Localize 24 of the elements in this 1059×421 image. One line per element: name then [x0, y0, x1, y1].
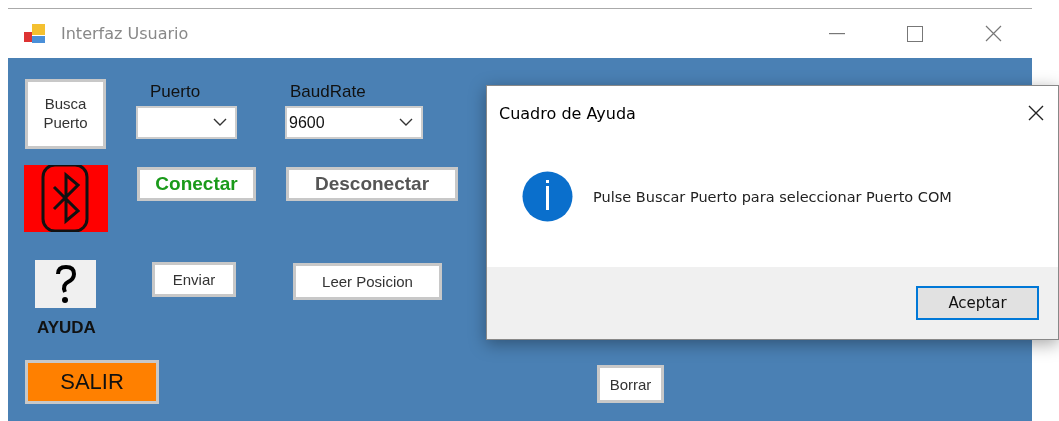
maximize-icon[interactable] — [907, 25, 923, 42]
connect-button[interactable]: Conectar — [137, 167, 256, 201]
port-label: Puerto — [150, 82, 201, 102]
app-icon — [24, 23, 46, 44]
read-position-button[interactable]: Leer Posicion — [293, 263, 442, 300]
window-title: Interfaz Usuario — [61, 24, 190, 43]
baud-rate-label: BaudRate — [290, 82, 366, 102]
accept-button[interactable]: Aceptar — [916, 286, 1039, 320]
help-label: AYUDA — [37, 318, 96, 338]
send-button[interactable]: Enviar — [152, 262, 236, 297]
info-icon — [522, 171, 573, 222]
dropdown-chevron-icon[interactable] — [399, 118, 413, 127]
dialog-title: Cuadro de Ayuda — [499, 103, 636, 123]
help-icon[interactable] — [35, 260, 96, 308]
exit-button[interactable]: SALIR — [25, 360, 159, 404]
dropdown-chevron-icon[interactable] — [213, 118, 227, 127]
bluetooth-icon[interactable] — [24, 165, 108, 232]
search-port-button[interactable]: Busca Puerto — [25, 79, 106, 149]
minimize-icon[interactable] — [829, 32, 845, 35]
dialog-message: Pulse Buscar Puerto para seleccionar Puerto COM — [593, 188, 952, 205]
disconnect-button[interactable]: Desconectar — [286, 167, 458, 201]
baud-rate-dropdown[interactable]: 9600 — [285, 106, 423, 139]
clear-button[interactable]: Borrar — [597, 365, 664, 403]
close-icon[interactable] — [1028, 105, 1044, 121]
